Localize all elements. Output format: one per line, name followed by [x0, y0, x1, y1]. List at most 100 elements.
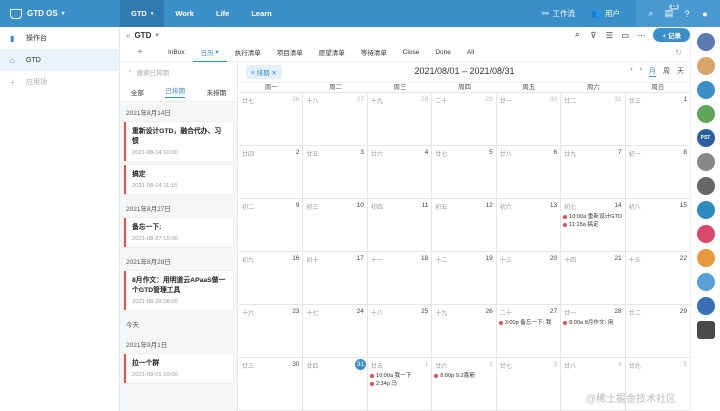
- tab-done[interactable]: Done: [427, 43, 459, 62]
- schedule-card[interactable]: 重新设计GTD，融合代办、习惯 2021-08-14 10:00: [124, 122, 233, 161]
- tab-inbox[interactable]: InBox: [160, 43, 193, 62]
- calendar-day-cell[interactable]: 十一 18: [367, 252, 433, 305]
- schedule-card[interactable]: 8月作文：用明道云APaaS做一个GTD管理工具 2021-08-28 08:00: [124, 271, 233, 310]
- calendar-day-cell[interactable]: 十三 20: [496, 252, 562, 305]
- calendar-day-cell[interactable]: 廿二 31: [561, 93, 626, 146]
- calendar-day-cell[interactable]: 廿一 30: [496, 93, 562, 146]
- schedule-card[interactable]: 拉一个群 2021-09-01 10:00: [124, 354, 233, 383]
- app-avatar-icon[interactable]: [696, 81, 715, 99]
- add-view-icon[interactable]: +: [120, 47, 160, 58]
- view-day[interactable]: 天: [677, 66, 684, 77]
- filter-unscheduled[interactable]: 未排期: [207, 87, 227, 97]
- tab-calendar[interactable]: 日历 ▾: [192, 43, 227, 62]
- app-avatar-icon[interactable]: [696, 249, 715, 267]
- schedule-card[interactable]: 搞定 2021-08-14 11:15: [124, 165, 233, 194]
- app-avatar-icon[interactable]: [696, 297, 715, 315]
- chevron-down-icon[interactable]: ▾: [155, 31, 159, 39]
- calendar-event[interactable]: 3:00p 备忘一下: 我: [498, 319, 558, 327]
- calendar-event[interactable]: 8:00a 8月作文: 用: [563, 319, 622, 327]
- calendar-day-cell[interactable]: 廿八 6: [496, 146, 562, 199]
- calendar-day-cell[interactable]: 十八 25: [367, 305, 433, 358]
- calendar-day-cell[interactable]: 初一 8: [625, 146, 690, 199]
- search-input[interactable]: ⌕ 搜索已排期: [120, 62, 237, 82]
- calendar-day-cell[interactable]: 十九 28: [367, 93, 433, 146]
- next-icon[interactable]: ›: [640, 66, 642, 77]
- sidebar-item-console[interactable]: ▮ 操作台: [0, 27, 119, 49]
- calendar-day-cell[interactable]: 廿四 31: [303, 358, 368, 411]
- app-avatar-icon[interactable]: [696, 177, 715, 195]
- calendar-day-cell[interactable]: 十二 19: [432, 252, 497, 305]
- user-avatar-icon[interactable]: ●: [696, 9, 714, 19]
- collapse-icon[interactable]: «: [126, 31, 130, 40]
- notification-icon[interactable]: ▤ 15: [660, 4, 679, 19]
- nav-gtd[interactable]: GTD ▾: [120, 0, 165, 27]
- calendar-day-cell[interactable]: 十八 27: [303, 93, 368, 146]
- calendar-day-cell[interactable]: 廿二 29: [625, 305, 690, 358]
- tab-all[interactable]: All: [459, 43, 482, 62]
- view-month[interactable]: 月: [649, 66, 656, 77]
- app-avatar-icon[interactable]: [696, 225, 715, 243]
- calendar-day-cell[interactable]: 廿五 3: [303, 146, 368, 199]
- sidebar-item-gtd[interactable]: ⌂ GTD: [0, 49, 119, 71]
- app-logo[interactable]: GTD OS ▾: [0, 8, 120, 19]
- users-link[interactable]: 👥 用户: [591, 8, 620, 19]
- app-avatar-icon[interactable]: PST: [696, 129, 715, 147]
- tab-project-list[interactable]: 项目清单: [269, 43, 311, 62]
- calendar-day-cell[interactable]: 廿七 5: [432, 146, 497, 199]
- calendar-day-cell[interactable]: 初六 13: [496, 199, 562, 252]
- calendar-day-cell[interactable]: 廿七 3: [496, 358, 562, 411]
- app-avatar-icon[interactable]: [696, 273, 715, 291]
- calendar-day-cell[interactable]: 廿四 2: [239, 146, 304, 199]
- calendar-day-cell[interactable]: 初二 9: [239, 199, 304, 252]
- filter-scheduled[interactable]: 已排期: [165, 85, 185, 98]
- search-icon[interactable]: ⌕: [569, 30, 585, 40]
- add-record-button[interactable]: + 记录: [653, 28, 690, 42]
- calendar-day-cell[interactable]: 初三 10: [303, 199, 368, 252]
- tab-execution-list[interactable]: 执行清单: [227, 43, 269, 62]
- app-avatar-icon[interactable]: [696, 153, 715, 171]
- workbench-link[interactable]: ⚯ 工作流: [542, 8, 575, 19]
- calendar-event[interactable]: 10:00a 重新设计GTD: [563, 213, 622, 221]
- calendar-day-cell[interactable]: 初十 17: [303, 252, 368, 305]
- calendar-day-cell[interactable]: 廿三 30: [239, 358, 304, 411]
- prev-icon[interactable]: ‹: [630, 66, 632, 77]
- calendar-day-cell[interactable]: 初九 16: [239, 252, 304, 305]
- calendar-day-cell[interactable]: 十五 22: [625, 252, 690, 305]
- calendar-day-cell[interactable]: 廿五 1 10:00a 我一下 2:34p 马: [367, 358, 433, 411]
- tab-close[interactable]: Close: [395, 43, 428, 62]
- calendar-day-cell[interactable]: 初七 14 10:00a 重新设计GTD 11:15a 搞定: [561, 199, 626, 252]
- search-icon[interactable]: ⌕: [642, 8, 660, 19]
- app-avatar-icon[interactable]: [696, 33, 715, 51]
- filter-all[interactable]: 全部: [131, 87, 144, 97]
- calendar-day-cell[interactable]: 二十 27 3:00p 备忘一下: 我: [496, 305, 562, 358]
- app-avatar-icon[interactable]: [696, 321, 715, 339]
- calendar-day-cell[interactable]: 十九 26: [432, 305, 497, 358]
- schedule-card[interactable]: 备忘一下: 2021-08-27 15:00: [124, 218, 233, 247]
- tab-wish-list[interactable]: 愿望清单: [311, 43, 353, 62]
- comment-icon[interactable]: ▭: [617, 31, 633, 40]
- calendar-day-cell[interactable]: 初五 12: [432, 199, 497, 252]
- view-week[interactable]: 周: [663, 66, 670, 77]
- refresh-icon[interactable]: ↻: [675, 48, 682, 57]
- calendar-day-cell[interactable]: 十六 23: [239, 305, 304, 358]
- nav-learn[interactable]: Learn: [240, 0, 282, 27]
- calendar-day-cell[interactable]: 二十 29: [432, 93, 497, 146]
- app-avatar-icon[interactable]: [696, 105, 715, 123]
- calendar-event[interactable]: 10:00a 我一下: [369, 372, 429, 380]
- calendar-day-cell[interactable]: 十七 24: [303, 305, 368, 358]
- calendar-event[interactable]: 2:34p 马: [369, 380, 429, 388]
- calendar-day-cell[interactable]: 十四 21: [561, 252, 626, 305]
- app-avatar-icon[interactable]: [696, 57, 715, 75]
- calendar-day-cell[interactable]: 廿一 28 8:00a 8月作文: 用: [561, 305, 626, 358]
- calendar-day-cell[interactable]: 初四 11: [367, 199, 433, 252]
- calendar-event[interactable]: 11:15a 搞定: [563, 221, 622, 229]
- nav-life[interactable]: Life: [205, 0, 240, 27]
- nav-work[interactable]: Work: [164, 0, 205, 27]
- tab-waiting-list[interactable]: 等待清单: [353, 43, 395, 62]
- calendar-day-cell[interactable]: 廿七 26: [239, 93, 304, 146]
- app-avatar-icon[interactable]: [696, 201, 715, 219]
- sort-icon[interactable]: ☰: [601, 31, 617, 40]
- calendar-day-cell[interactable]: 廿九 7: [561, 146, 626, 199]
- calendar-day-cell[interactable]: 廿三 1: [625, 93, 690, 146]
- more-icon[interactable]: ⋯: [633, 31, 649, 40]
